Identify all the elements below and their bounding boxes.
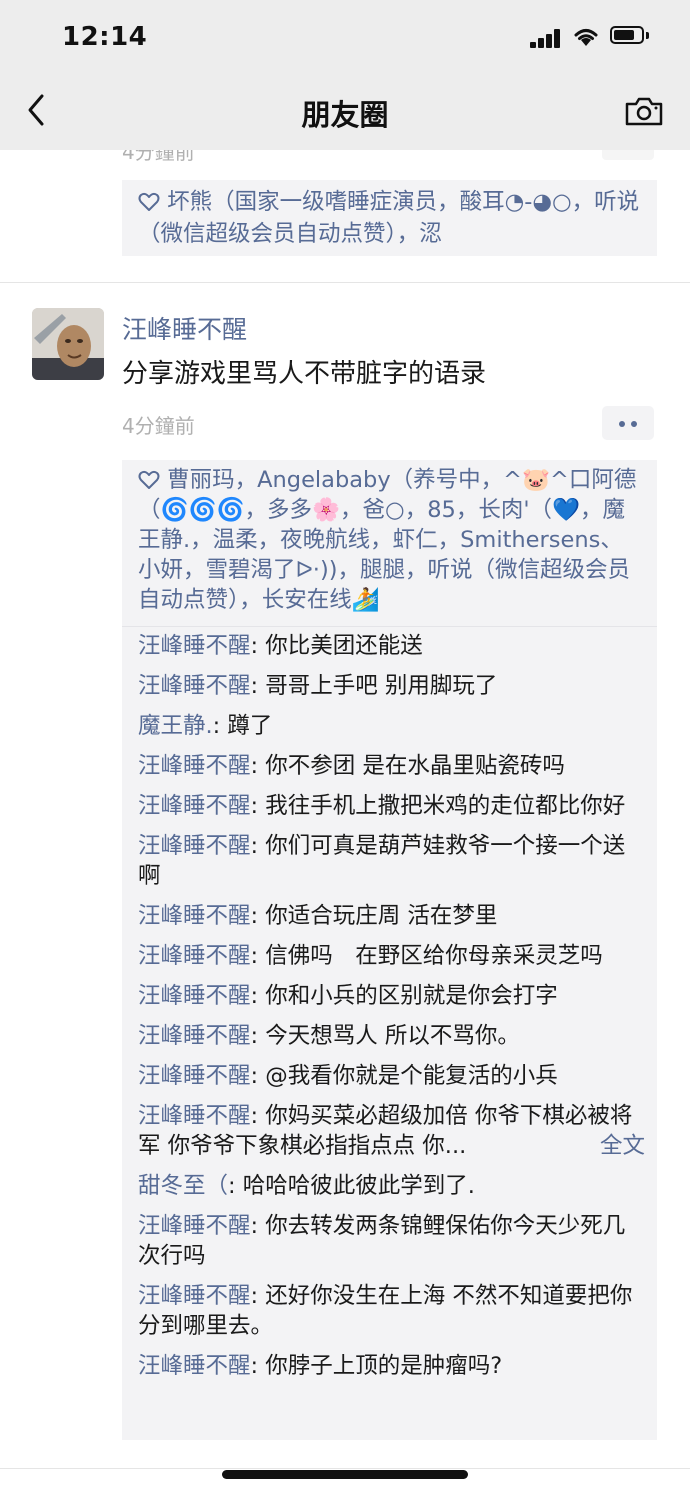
comment-author[interactable]: 汪峰睡不醒 (138, 1353, 251, 1379)
interaction-box: 曹丽玛，Angelababy（养号中，^🐷^口阿德（🌀🌀🌀，多多🌸，爸○，85，… (122, 460, 657, 1440)
comment[interactable]: 汪峰睡不醒: 你比美团还能送 (138, 631, 645, 661)
page-title: 朋友圈 (301, 98, 389, 132)
comment-text: 今天想骂人 所以不骂你。 (265, 1023, 520, 1049)
comment-text: 蹲了 (227, 713, 273, 739)
comment-author[interactable]: 汪峰睡不醒 (138, 833, 251, 859)
comment[interactable]: 汪峰睡不醒: 你和小兵的区别就是你会打字 (138, 981, 645, 1011)
moments-feed[interactable]: 4分鐘前 坏熊（国家一级嗜睡症演员，酸耳◔-◕○，听说（微信超级会员自动点赞），… (0, 150, 690, 1492)
comments-list: 汪峰睡不醒: 你比美团还能送 汪峰睡不醒: 哥哥上手吧 别用脚玩了 魔王静.: … (122, 627, 657, 1381)
signal-icon (530, 28, 562, 48)
comment[interactable]: 汪峰睡不醒: 还好你没生在上海 不然不知道要把你分到哪里去。 (138, 1281, 645, 1341)
comment[interactable]: 汪峰睡不醒: 我往手机上撒把米鸡的走位都比你好 (138, 791, 645, 821)
dot-icon (619, 421, 625, 427)
previous-post-likes[interactable]: 坏熊（国家一级嗜睡症演员，酸耳◔-◕○，听说（微信超级会员自动点赞），涊 (122, 180, 657, 256)
comment-author[interactable]: 汪峰睡不醒 (138, 1213, 251, 1239)
comment-author[interactable]: 汪峰睡不醒 (138, 1063, 251, 1089)
heart-icon (138, 470, 160, 489)
comment-author[interactable]: 汪峰睡不醒 (138, 673, 251, 699)
comment[interactable]: 汪峰睡不醒: 哥哥上手吧 别用脚玩了 (138, 671, 645, 701)
more-options-button[interactable] (602, 406, 654, 440)
comment-text: 哥哥上手吧 别用脚玩了 (265, 673, 498, 699)
post-author[interactable]: 汪峰睡不醒 (122, 310, 247, 346)
comment-author[interactable]: 汪峰睡不醒 (138, 753, 251, 779)
avatar[interactable] (32, 308, 104, 380)
comment-text: 信佛吗 在野区给你母亲采灵芝吗 (265, 943, 603, 969)
comment[interactable]: 汪峰睡不醒: 你们可真是葫芦娃救爷一个接一个送啊 (138, 831, 645, 891)
avatar-image (32, 308, 104, 380)
status-time: 12:14 (62, 22, 148, 52)
comment-author[interactable]: 汪峰睡不醒 (138, 903, 251, 929)
comment-author[interactable]: 汪峰睡不醒 (138, 943, 251, 969)
battery-tip (646, 32, 649, 39)
comment-text: @我看你就是个能复活的小兵 (265, 1063, 558, 1089)
feed-bottom-divider (0, 1468, 690, 1469)
battery-icon (610, 26, 644, 44)
comment-author[interactable]: 汪峰睡不醒 (138, 793, 251, 819)
status-bar: 12:14 (0, 0, 690, 70)
comment-text: 你比美团还能送 (265, 633, 423, 659)
comment-text: 你不参团 是在水晶里贴瓷砖吗 (265, 753, 565, 779)
post-time: 4分鐘前 (122, 414, 195, 438)
comment[interactable]: 汪峰睡不醒: @我看你就是个能复活的小兵 (138, 1061, 645, 1091)
comment-text: 哈哈哈彼此彼此学到了. (242, 1173, 475, 1199)
comment[interactable]: 汪峰睡不醒: 信佛吗 在野区给你母亲采灵芝吗 (138, 941, 645, 971)
camera-icon[interactable] (624, 94, 664, 128)
comment[interactable]: 甜冬至（: 哈哈哈彼此彼此学到了. (138, 1171, 645, 1201)
comment[interactable]: 汪峰睡不醒: 你妈买菜必超级加倍 你爷下棋必被将军 你爷爷下象棋必指指点点 你.… (138, 1101, 645, 1161)
comment[interactable]: 汪峰睡不醒: 你脖子上顶的是肿瘤吗? (138, 1351, 645, 1381)
comment-author[interactable]: 甜冬至（ (138, 1173, 228, 1199)
full-text-link[interactable]: 全文 (600, 1131, 645, 1161)
comment-text: 你脖子上顶的是肿瘤吗? (265, 1353, 503, 1379)
comment-text: 我往手机上撒把米鸡的走位都比你好 (265, 793, 626, 819)
comment[interactable]: 魔王静.: 蹲了 (138, 711, 645, 741)
nav-bar: 朋友圈 (0, 70, 690, 150)
previous-more-button[interactable] (602, 150, 654, 160)
post-text: 分享游戏里骂人不带脏字的语录 (122, 359, 487, 389)
wifi-icon (574, 29, 598, 46)
likes-text: 曹丽玛，Angelababy（养号中，^🐷^口阿德（🌀🌀🌀，多多🌸，爸○，85，… (138, 467, 637, 613)
comment-author[interactable]: 汪峰睡不醒 (138, 1023, 251, 1049)
dot-icon (631, 421, 637, 427)
comment-author[interactable]: 汪峰睡不醒 (138, 633, 251, 659)
previous-likes-text: 坏熊（国家一级嗜睡症演员，酸耳◔-◕○，听说（微信超级会员自动点赞），涊 (138, 189, 640, 247)
comment[interactable]: 汪峰睡不醒: 你去转发两条锦鲤保佑你今天少死几次行吗 (138, 1211, 645, 1271)
comment-author[interactable]: 魔王静. (138, 713, 213, 739)
comment-text: 你和小兵的区别就是你会打字 (265, 983, 558, 1009)
comment-author[interactable]: 汪峰睡不醒 (138, 1103, 251, 1129)
comment[interactable]: 汪峰睡不醒: 今天想骂人 所以不骂你。 (138, 1021, 645, 1051)
comment[interactable]: 汪峰睡不醒: 你不参团 是在水晶里贴瓷砖吗 (138, 751, 645, 781)
comment-author[interactable]: 汪峰睡不醒 (138, 1283, 251, 1309)
previous-post-time: 4分鐘前 (122, 150, 195, 164)
post-divider (0, 282, 690, 283)
comment[interactable]: 汪峰睡不醒: 你适合玩庄周 活在梦里 (138, 901, 645, 931)
comment-author[interactable]: 汪峰睡不醒 (138, 983, 251, 1009)
home-indicator[interactable] (222, 1470, 468, 1479)
comment-text: 你适合玩庄周 活在梦里 (265, 903, 498, 929)
heart-icon (138, 192, 160, 211)
likes-list[interactable]: 曹丽玛，Angelababy（养号中，^🐷^口阿德（🌀🌀🌀，多多🌸，爸○，85，… (122, 460, 657, 626)
